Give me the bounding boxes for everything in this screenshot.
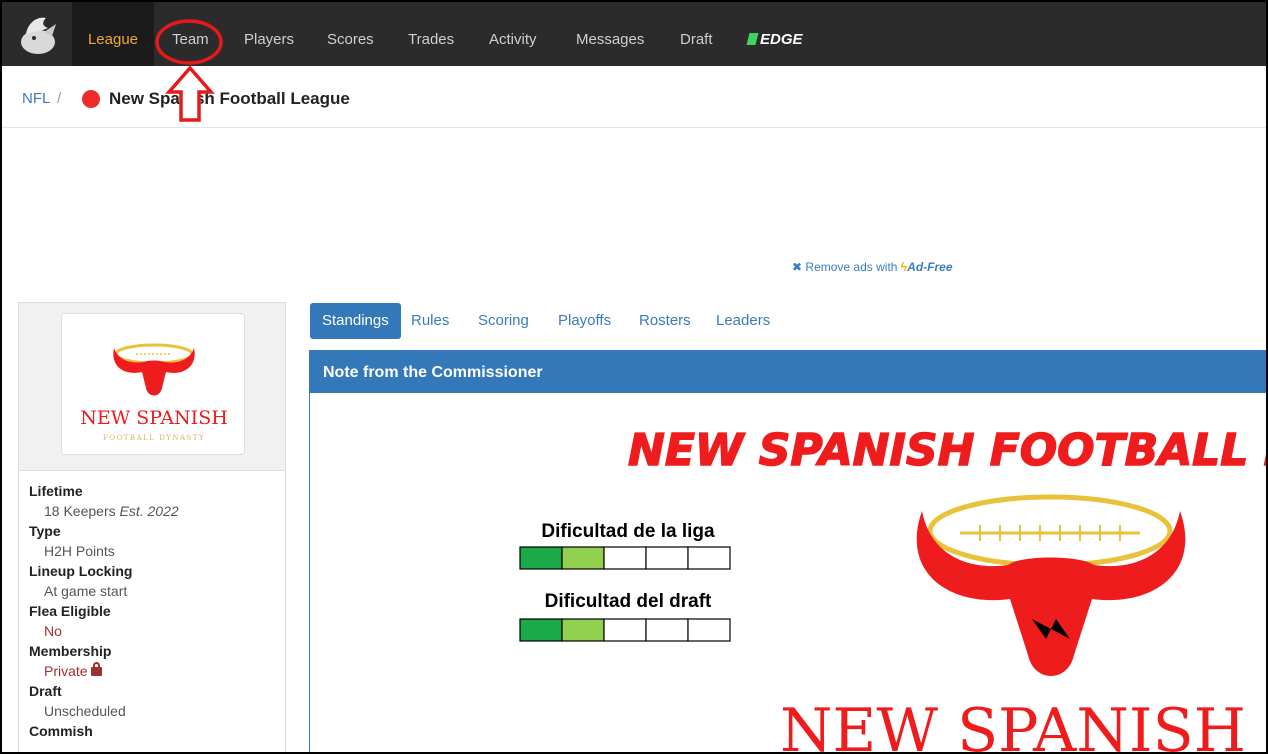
commissioner-note-panel: Note from the Commissioner NEW SPANISH F… bbox=[309, 350, 1268, 754]
lock-icon bbox=[90, 662, 102, 676]
info-value-flea-eligible: No bbox=[44, 623, 62, 639]
nav-draft[interactable]: Draft bbox=[680, 2, 713, 66]
banner-title: NEW SPANISH FOOTBALL DY bbox=[628, 425, 1268, 476]
tab-standings[interactable]: Standings bbox=[310, 303, 401, 339]
sidebar-logo-subtitle: FOOTBALL DYNASTY bbox=[103, 434, 205, 442]
league-info-list: Lifetime 18 Keepers Est. 2022 Type H2H P… bbox=[29, 481, 279, 741]
lifetime-keepers: 18 Keepers bbox=[44, 503, 116, 519]
edge-label: EDGE bbox=[760, 31, 803, 48]
league-title: New Spanish Football League bbox=[109, 89, 350, 108]
bull-football-logo-icon bbox=[916, 494, 1186, 676]
info-value-draft: Unscheduled bbox=[44, 703, 126, 719]
difficulty-meter-cell bbox=[603, 618, 647, 642]
info-label-commish: Commish bbox=[29, 723, 93, 739]
difficulty-league-meter bbox=[519, 546, 731, 570]
info-label-type: Type bbox=[29, 523, 61, 539]
tab-rules[interactable]: Rules bbox=[399, 303, 461, 339]
nav-messages[interactable]: Messages bbox=[576, 2, 644, 66]
tab-playoffs[interactable]: Playoffs bbox=[546, 303, 623, 339]
difficulty-meter-cell bbox=[645, 618, 689, 642]
difficulty-meter-cell bbox=[687, 618, 731, 642]
nav-trades[interactable]: Trades bbox=[408, 2, 454, 66]
info-value-lifetime: 18 Keepers Est. 2022 bbox=[29, 501, 279, 521]
difficulty-league-label: Dificultad de la liga bbox=[541, 521, 715, 542]
ad-free-link[interactable]: Ad-Free bbox=[907, 260, 952, 274]
info-value-membership: Private bbox=[29, 661, 279, 681]
difficulty-draft-label: Dificultad del draft bbox=[545, 591, 712, 612]
nav-players[interactable]: Players bbox=[244, 2, 294, 66]
lifetime-established: Est. 2022 bbox=[119, 503, 179, 519]
tab-rosters[interactable]: Rosters bbox=[627, 303, 703, 339]
tab-leaders[interactable]: Leaders bbox=[704, 303, 782, 339]
top-navigation-bar: League Team Players Scores Trades Activi… bbox=[2, 2, 1266, 66]
difficulty-meter-cell bbox=[687, 546, 731, 570]
league-info-sidebar: NEW SPANISH FOOTBALL DYNASTY Lifetime 18… bbox=[18, 302, 286, 752]
info-label-flea-eligible: Flea Eligible bbox=[29, 603, 111, 619]
breadcrumb-nfl-link[interactable]: NFL bbox=[22, 90, 50, 107]
info-label-membership: Membership bbox=[29, 643, 112, 659]
commissioner-banner-image: NEW SPANISH FOOTBALL DY Dificultad de la… bbox=[519, 424, 1268, 754]
league-color-dot bbox=[82, 90, 100, 108]
close-icon: ✖ bbox=[792, 260, 803, 274]
league-logo[interactable]: NEW SPANISH FOOTBALL DYNASTY bbox=[61, 313, 245, 455]
banner-logo-text: NEW SPANISH bbox=[780, 696, 1246, 754]
difficulty-meter-cell bbox=[645, 546, 689, 570]
breadcrumb-separator: / bbox=[57, 90, 62, 107]
difficulty-meter-cell bbox=[561, 546, 605, 570]
league-logo-container: NEW SPANISH FOOTBALL DYNASTY bbox=[19, 303, 285, 471]
difficulty-draft-meter bbox=[519, 618, 731, 642]
membership-text: Private bbox=[44, 663, 88, 679]
info-value-type: H2H Points bbox=[44, 543, 115, 559]
nav-team[interactable]: Team bbox=[172, 2, 209, 66]
info-value-lineup-locking: At game start bbox=[44, 583, 128, 599]
info-label-lifetime: Lifetime bbox=[29, 483, 83, 499]
fleaflicker-logo-icon[interactable] bbox=[16, 12, 62, 58]
difficulty-meter-cell bbox=[603, 546, 647, 570]
difficulty-meter-cell bbox=[519, 618, 563, 642]
breadcrumb: NFL / New Spanish Football League bbox=[2, 66, 1266, 128]
tab-scoring[interactable]: Scoring bbox=[466, 303, 541, 339]
nav-edge[interactable]: EDGE bbox=[746, 2, 803, 66]
info-label-lineup-locking: Lineup Locking bbox=[29, 563, 133, 579]
info-label-draft: Draft bbox=[29, 683, 62, 699]
app-window: League Team Players Scores Trades Activi… bbox=[0, 0, 1268, 754]
difficulty-meter-cell bbox=[561, 618, 605, 642]
bull-football-logo-icon: NEW SPANISH FOOTBALL DYNASTY bbox=[80, 343, 228, 442]
sidebar-logo-title: NEW SPANISH bbox=[80, 407, 228, 429]
remove-ads-text: Remove ads with bbox=[805, 260, 898, 274]
nav-scores[interactable]: Scores bbox=[327, 2, 374, 66]
nav-activity[interactable]: Activity bbox=[489, 2, 537, 66]
remove-ads-link[interactable]: ✖ Remove ads with ϟAd-Free bbox=[792, 260, 953, 274]
nav-league[interactable]: League bbox=[72, 2, 154, 66]
edge-icon bbox=[746, 33, 759, 45]
commissioner-note-header: Note from the Commissioner bbox=[310, 351, 1266, 393]
difficulty-meter-cell bbox=[519, 546, 563, 570]
